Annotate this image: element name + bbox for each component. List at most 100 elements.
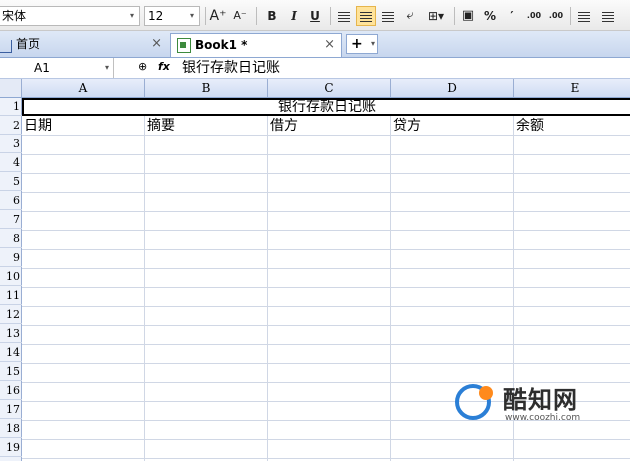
row-header[interactable]: 11 xyxy=(0,287,22,305)
grid-line xyxy=(22,439,630,440)
zoom-icon[interactable]: ⊕ xyxy=(138,60,147,73)
grid-line xyxy=(390,98,391,461)
grid-line xyxy=(22,173,630,174)
watermark: 酷知网 www.coozhi.com xyxy=(455,378,615,430)
grid-line xyxy=(22,287,630,288)
name-box[interactable]: A1 ▾ xyxy=(0,58,114,78)
row-header[interactable]: 2 xyxy=(0,117,22,135)
row-header[interactable]: 4 xyxy=(0,154,22,172)
chevron-down-icon: ▾ xyxy=(104,63,109,72)
select-all-corner[interactable] xyxy=(0,79,22,98)
grid-line xyxy=(144,98,145,461)
row-header[interactable]: 3 xyxy=(0,135,22,153)
bold-button[interactable]: B xyxy=(262,6,282,26)
plus-icon: + xyxy=(351,36,363,52)
grid-line xyxy=(22,154,630,155)
cell-reference: A1 xyxy=(34,61,50,75)
new-tab-button[interactable]: + ▾ xyxy=(346,34,378,54)
column-header-a[interactable]: A xyxy=(22,79,145,97)
toolbar-divider xyxy=(454,7,455,25)
chevron-down-icon: ▾ xyxy=(129,11,134,20)
align-right-button[interactable] xyxy=(378,6,398,26)
row-header[interactable]: 1 xyxy=(0,98,22,116)
cell-a2[interactable]: 日期 xyxy=(22,117,52,135)
chevron-down-icon[interactable]: ▾ xyxy=(371,35,375,53)
wrap-text-button[interactable]: ⤶ xyxy=(400,6,420,26)
merge-cells-icon: ⊞▾ xyxy=(427,9,445,23)
formula-bar: A1 ▾ ⊕ fx 银行存款日记账 xyxy=(0,58,630,79)
row-header[interactable]: 18 xyxy=(0,420,22,438)
decrease-indent-button[interactable] xyxy=(574,6,594,26)
column-header-b[interactable]: B xyxy=(145,79,268,97)
tab-label: Book1 * xyxy=(195,38,248,52)
wrap-text-icon: ⤶ xyxy=(406,8,414,23)
row-header[interactable]: 9 xyxy=(0,249,22,267)
column-header-bar: A B C D E xyxy=(22,79,630,98)
toolbar-divider xyxy=(570,7,571,25)
increase-decimal-button[interactable]: .00 xyxy=(524,6,544,26)
grid-line xyxy=(22,306,630,307)
currency-button[interactable]: ▣ xyxy=(458,6,478,26)
row-header[interactable]: 15 xyxy=(0,363,22,381)
insert-function-icon[interactable]: fx xyxy=(158,60,170,73)
cell-d2[interactable]: 贷方 xyxy=(391,117,421,135)
grid-line xyxy=(22,230,630,231)
row-header[interactable]: 14 xyxy=(0,344,22,362)
comma-style-button[interactable]: ′ xyxy=(502,6,522,26)
row-header[interactable]: 19 xyxy=(0,439,22,457)
italic-button[interactable]: I xyxy=(284,6,304,26)
coozhi-logo-icon xyxy=(455,384,493,420)
watermark-url: www.coozhi.com xyxy=(505,413,581,423)
align-center-button[interactable] xyxy=(356,6,376,26)
column-header-e[interactable]: E xyxy=(514,79,630,97)
grid-line xyxy=(22,458,630,459)
cell-e2[interactable]: 余额 xyxy=(514,117,544,135)
font-name-select[interactable]: 宋体 ▾ xyxy=(0,6,140,26)
font-size-select[interactable]: 12 ▾ xyxy=(144,6,200,26)
close-icon[interactable]: × xyxy=(151,33,162,55)
align-left-button[interactable] xyxy=(334,6,354,26)
row-header[interactable]: 10 xyxy=(0,268,22,286)
row-header[interactable]: 17 xyxy=(0,401,22,419)
toolbar-divider xyxy=(256,7,257,25)
column-header-c[interactable]: C xyxy=(268,79,391,97)
row-header[interactable]: 5 xyxy=(0,173,22,191)
row-header[interactable]: 6 xyxy=(0,192,22,210)
column-header-d[interactable]: D xyxy=(391,79,514,97)
chevron-down-icon: ▾ xyxy=(189,11,194,20)
row-header[interactable]: 8 xyxy=(0,230,22,248)
increase-indent-button[interactable] xyxy=(598,6,618,26)
grid-line xyxy=(22,325,630,326)
tab-home[interactable]: 首页 × xyxy=(0,33,168,57)
close-icon[interactable]: × xyxy=(324,34,335,56)
grid-line xyxy=(22,249,630,250)
grow-font-button[interactable]: A⁺ xyxy=(208,6,228,26)
toolbar-divider xyxy=(205,7,206,25)
merged-title-cell[interactable]: 银行存款日记账 xyxy=(22,98,630,116)
spreadsheet-icon xyxy=(177,38,191,53)
document-tab-bar: 首页 × Book1 * × xyxy=(0,31,630,58)
formula-input[interactable]: 银行存款日记账 xyxy=(182,58,280,78)
cell-c2[interactable]: 借方 xyxy=(268,117,298,135)
tab-label: 首页 xyxy=(16,37,41,51)
outdent-icon xyxy=(578,11,590,22)
tab-book1[interactable]: Book1 * × xyxy=(170,33,342,57)
cell-b2[interactable]: 摘要 xyxy=(145,117,175,135)
row-header-bar: 1 2 3 4 5 6 7 8 9 10 11 12 13 14 15 16 1… xyxy=(0,98,22,461)
font-size-value: 12 xyxy=(148,9,164,23)
grid-line xyxy=(22,211,630,212)
row-header[interactable]: 13 xyxy=(0,325,22,343)
toolbar-divider xyxy=(330,7,331,25)
formatting-toolbar: 宋体 ▾ 12 ▾ A⁺ A⁻ B I U ⤶ ⊞▾ ▣ % ′ .00 .00 xyxy=(0,0,630,31)
decrease-decimal-button[interactable]: .00 xyxy=(546,6,566,26)
merge-center-button[interactable]: ⊞▾ xyxy=(422,6,450,26)
currency-icon: ▣ xyxy=(461,8,475,23)
align-right-icon xyxy=(382,11,394,22)
shrink-font-button[interactable]: A⁻ xyxy=(230,6,250,26)
row-header[interactable]: 12 xyxy=(0,306,22,324)
row-header[interactable]: 7 xyxy=(0,211,22,229)
grid-line xyxy=(22,344,630,345)
percent-button[interactable]: % xyxy=(480,6,500,26)
row-header[interactable]: 16 xyxy=(0,382,22,400)
underline-button[interactable]: U xyxy=(305,6,325,26)
